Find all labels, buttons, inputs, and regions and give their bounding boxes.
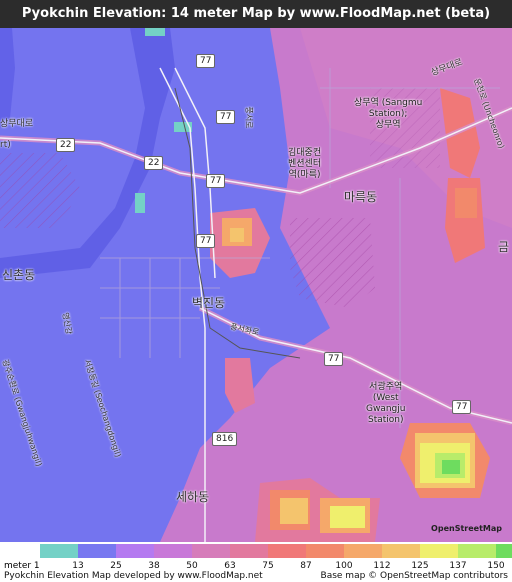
legend-unit: meter 1 xyxy=(4,561,40,571)
legend-tick: 87 xyxy=(300,561,312,571)
legend-swatch xyxy=(382,544,420,558)
elevation-map[interactable]: 신촌동 벽진동 마륵동 세하동 김대중컨 벤션센터 역(마륵) 상무역 (San… xyxy=(0,28,512,542)
legend-tick: 100 xyxy=(335,561,353,571)
legend-swatch xyxy=(344,544,382,558)
route-shield-77: 77 xyxy=(196,234,216,248)
label-sinchon: 신촌동 xyxy=(2,268,36,282)
legend-swatch xyxy=(496,544,512,558)
map-title: Pyokchin Elevation: 14 meter Map by www.… xyxy=(0,0,512,28)
elevation-legend: meter 1 13 25 38 50 63 75 87 100 112 125 137 150 Py… xyxy=(0,542,512,582)
label-sangmu-station: 상무역 (Sangmu Station); 상무역 xyxy=(354,98,423,130)
restricted-zone-maruk xyxy=(290,218,375,308)
openstreetmap-logo: OpenStreetMap xyxy=(431,524,502,533)
legend-tick: 137 xyxy=(449,561,467,571)
legend-tick: 150 xyxy=(487,561,505,571)
legend-tick: 50 xyxy=(186,561,198,571)
legend-swatch xyxy=(192,544,230,558)
legend-swatch xyxy=(116,544,154,558)
route-shield-22: 22 xyxy=(56,138,76,152)
label-west-gwangju-station: 서광주역 (West Gwangju Station) xyxy=(366,382,406,425)
label-seha: 세하동 xyxy=(176,490,210,504)
legend-swatch xyxy=(268,544,306,558)
legend-swatch xyxy=(458,544,496,558)
route-shield-77: 77 xyxy=(452,400,472,414)
route-shield-22: 22 xyxy=(144,156,164,170)
route-shield-77: 77 xyxy=(324,352,344,366)
legend-tick: 38 xyxy=(148,561,160,571)
credit-basemap[interactable]: Base map © OpenStreetMap contributors xyxy=(321,571,508,581)
label-kimdaejung-station: 김대중컨 벤션센터 역(마륵) xyxy=(288,148,322,180)
route-shield-77: 77 xyxy=(196,54,216,68)
route-shield-816: 816 xyxy=(212,432,238,446)
legend-tick: 25 xyxy=(110,561,122,571)
label-pungseoro: 풍서로 xyxy=(244,106,254,129)
label-byeokjin: 벽진동 xyxy=(192,296,226,310)
legend-swatch xyxy=(40,544,78,558)
legend-tick: 13 xyxy=(72,561,84,571)
label-geum: 금 xyxy=(498,240,510,254)
legend-tick: 112 xyxy=(373,561,391,571)
label-maruk: 마륵동 xyxy=(344,190,378,204)
legend-swatch xyxy=(78,544,116,558)
legend-swatch xyxy=(420,544,458,558)
label-sangmudaero-west: 상무대로 xyxy=(0,119,34,129)
map-canvas xyxy=(0,28,512,542)
legend-swatch xyxy=(230,544,268,558)
legend-swatch xyxy=(306,544,344,558)
legend-color-bar xyxy=(40,544,512,558)
credit-developer[interactable]: Pyokchin Elevation Map developed by www.… xyxy=(4,571,263,581)
route-shield-77: 77 xyxy=(216,110,236,124)
legend-tick: 63 xyxy=(224,561,236,571)
legend-tick: 125 xyxy=(411,561,429,571)
legend-swatch xyxy=(154,544,192,558)
legend-tick: 75 xyxy=(262,561,274,571)
route-shield-77: 77 xyxy=(206,174,226,188)
label-rt: rt) xyxy=(0,140,11,150)
